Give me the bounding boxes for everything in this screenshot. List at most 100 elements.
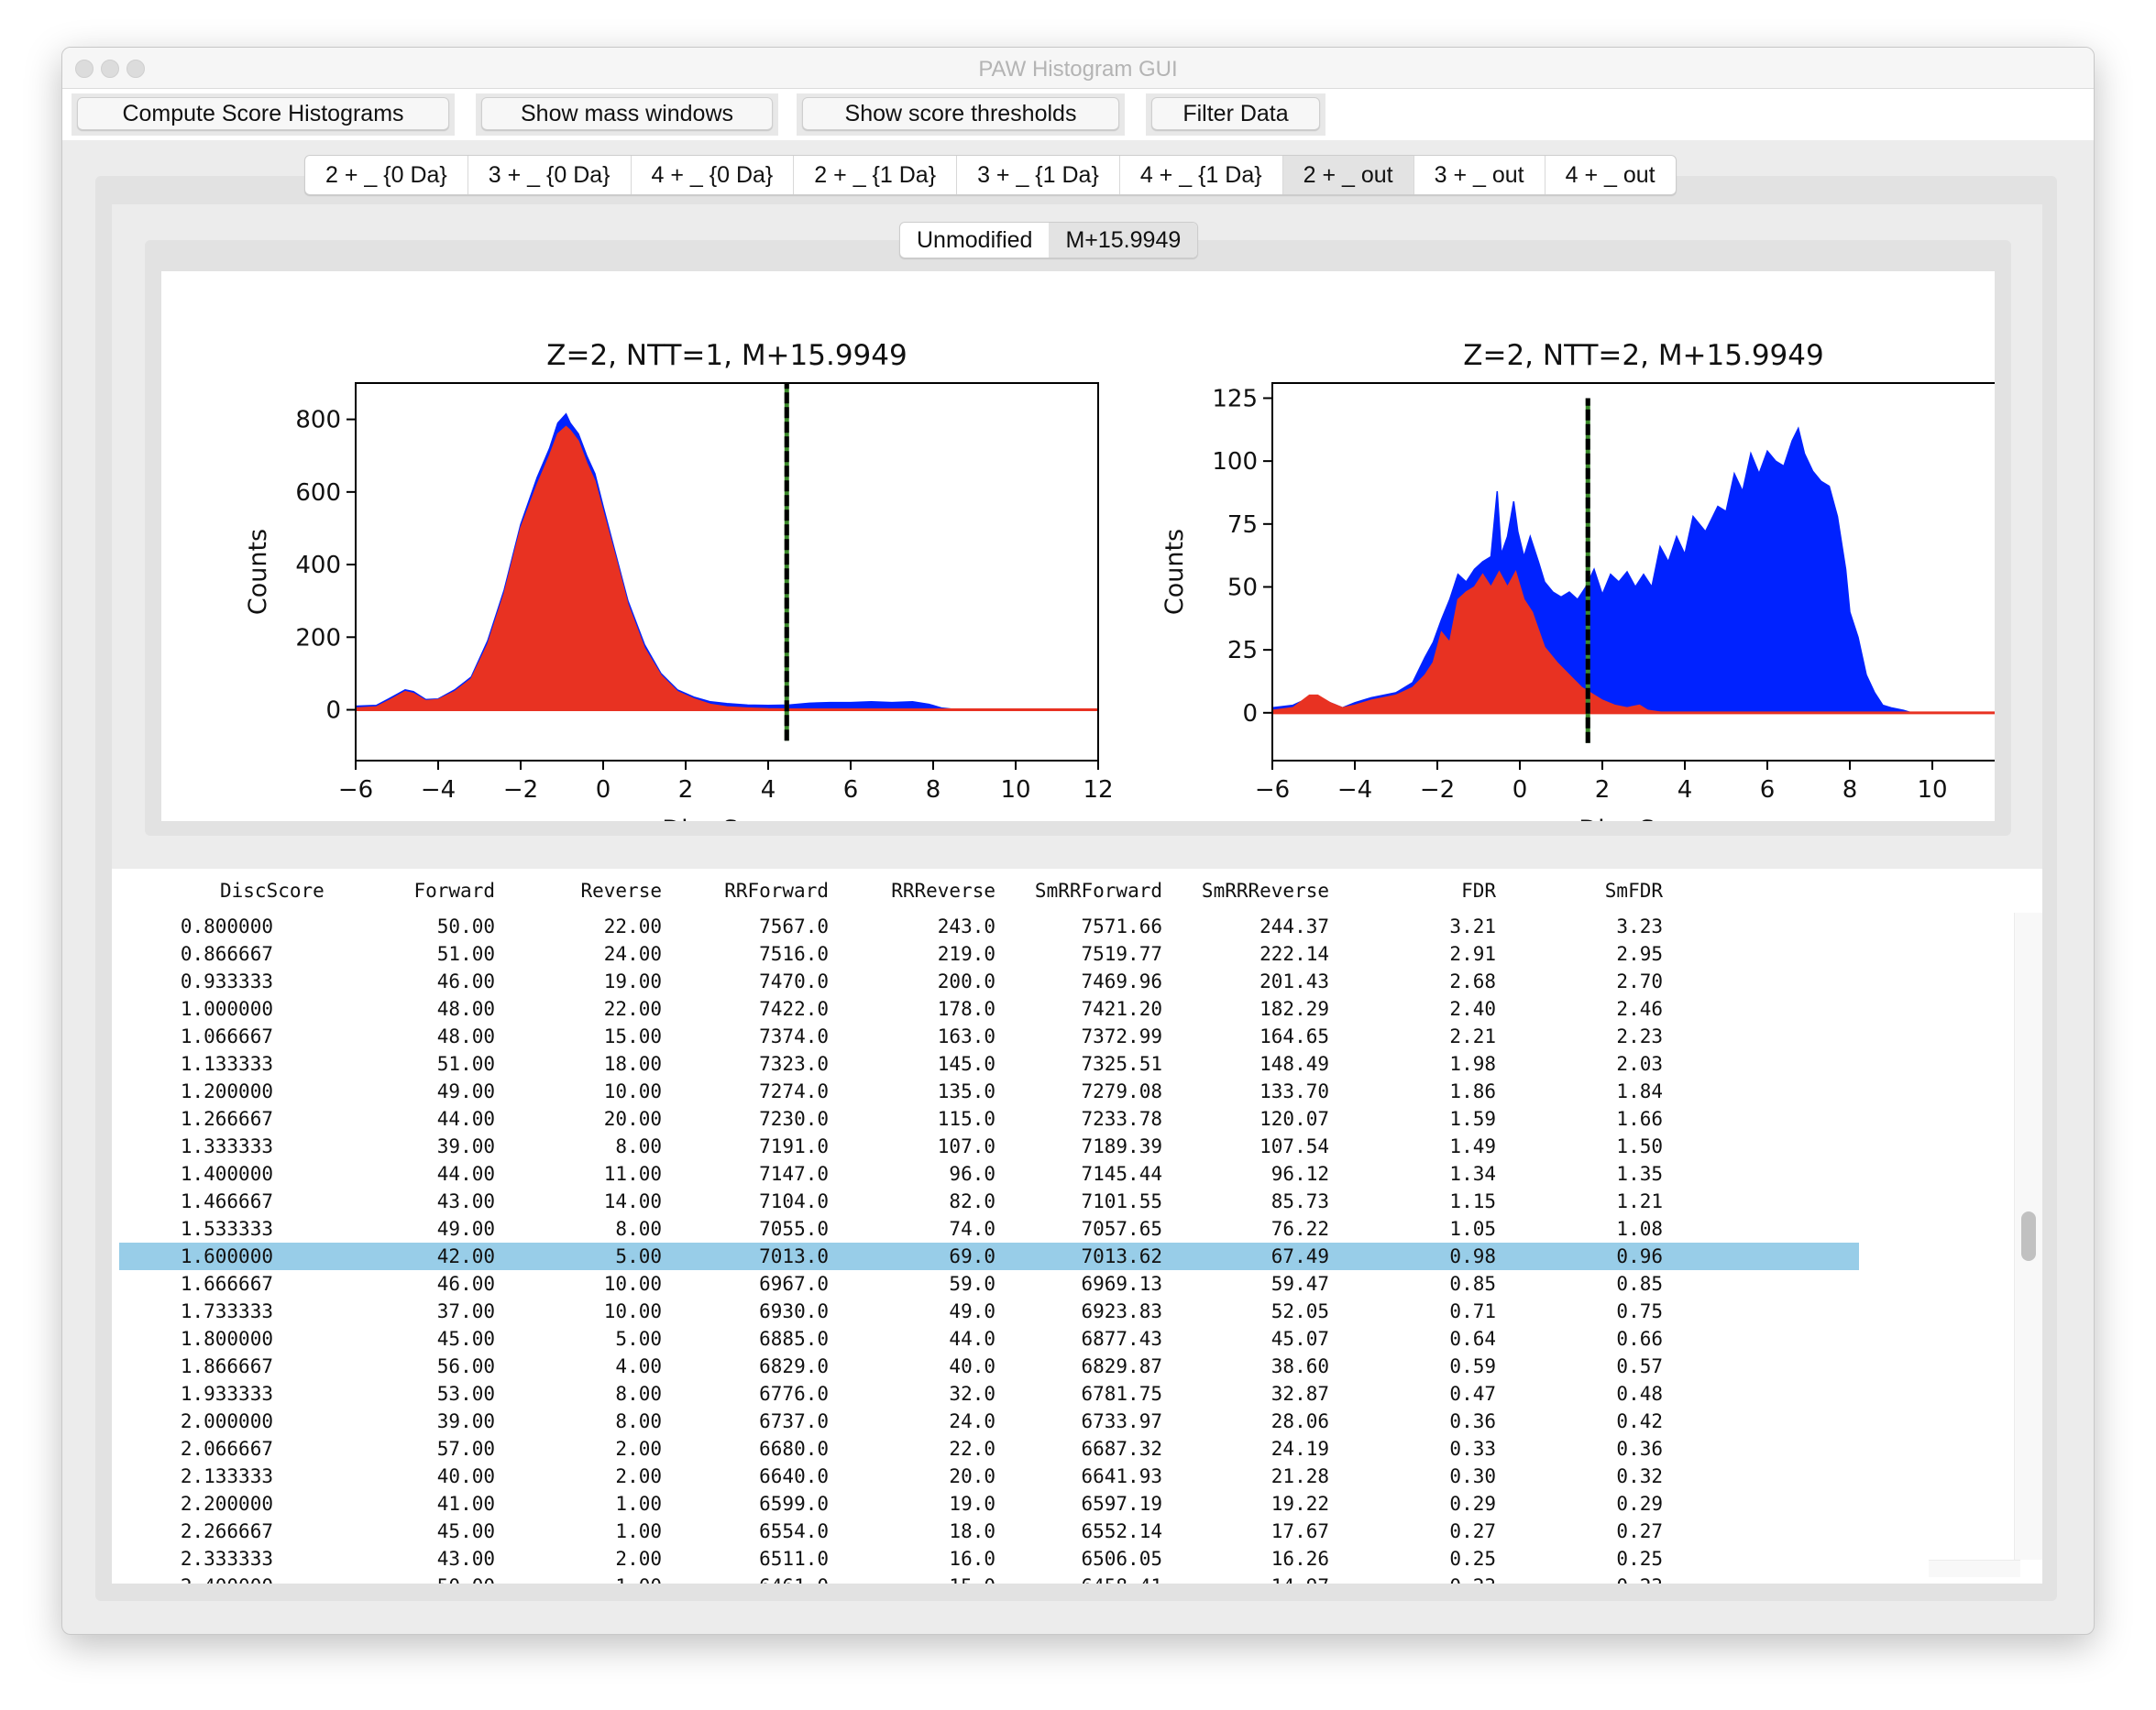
table-cell: 6640.0 (759, 1465, 829, 1487)
tab-4-out[interactable]: 4 + _ out (1546, 156, 1676, 194)
tab-4-0da[interactable]: 4 + _ {0 Da} (632, 156, 795, 194)
table-row[interactable]: 1.000000 48.00 22.00 7422.0 178.0 7421.20 182.… (119, 995, 1859, 1023)
table-row[interactable]: 1.200000 49.00 10.00 7274.0 135.0 7279.08 133.… (119, 1078, 1859, 1105)
table-cell: 6506.05 (1081, 1548, 1162, 1570)
column-header[interactable]: RRReverse (840, 880, 996, 902)
column-header[interactable]: Reverse (506, 880, 662, 902)
table-row[interactable]: 1.666667 46.00 10.00 6967.0 59.0 6969.13 59.47… (119, 1270, 1859, 1298)
table-row[interactable]: 1.333333 39.00 8.00 7191.0 107.0 7189.39 107.5… (119, 1133, 1859, 1160)
table-body[interactable]: 0.800000 50.00 22.00 7567.0 243.0 7571.66 244.… (112, 913, 2020, 1584)
table-cell: 1.00 (506, 1575, 662, 1584)
vertical-scrollbar[interactable] (2014, 913, 2042, 1560)
table-cell: 0.800000 (180, 915, 273, 937)
table-row[interactable]: 1.400000 44.00 11.00 7147.0 96.0 7145.44 96.12… (119, 1160, 1859, 1188)
table-cell: 2.70 (1616, 970, 1663, 992)
chart-title: Z=2, NTT=1, M+15.9949 (546, 339, 907, 372)
table-cell: 7567.0 (759, 915, 829, 937)
table-row-selected[interactable]: 1.600000 42.00 5.00 7013.0 69.0 7013.62 67.49 0… (119, 1243, 1859, 1270)
table-cell: 32.87 (1270, 1383, 1329, 1405)
table-row[interactable]: 2.200000 41.00 1.00 6599.0 19.0 6597.19 19.22 0… (119, 1490, 1859, 1518)
table-cell: 1.21 (1616, 1190, 1663, 1212)
table-cell: 2.68 (1449, 970, 1496, 992)
table-cell: 6967.0 (759, 1273, 829, 1295)
show-mass-windows-button[interactable]: Show mass windows (481, 97, 773, 130)
table-cell: 1.600000 (180, 1245, 273, 1267)
table-cell: 43.00 (436, 1548, 495, 1570)
tab-3-0da[interactable]: 3 + _ {0 Da} (468, 156, 632, 194)
table-cell: 7469.96 (1081, 970, 1162, 992)
show-score-thresholds-button[interactable]: Show score thresholds (802, 97, 1119, 130)
table-cell: 2.40 (1449, 998, 1496, 1020)
table-cell: 7189.39 (1081, 1135, 1162, 1157)
table-cell: 7422.0 (759, 998, 829, 1020)
x-tick-label: 6 (843, 776, 859, 804)
table-row[interactable]: 0.866667 51.00 24.00 7516.0 219.0 7519.77 222.… (119, 940, 1859, 968)
table-row[interactable]: 1.466667 43.00 14.00 7104.0 82.0 7101.55 85.73… (119, 1188, 1859, 1215)
table-row[interactable]: 2.266667 45.00 1.00 6554.0 18.0 6552.14 17.67 0… (119, 1518, 1859, 1545)
y-tick-label: 400 (295, 552, 341, 579)
table-cell: 6641.93 (1081, 1465, 1162, 1487)
table-row[interactable]: 1.933333 53.00 8.00 6776.0 32.0 6781.75 32.87 0… (119, 1380, 1859, 1408)
table-cell: 76.22 (1270, 1218, 1329, 1240)
table-cell: 6458.41 (1006, 1575, 1162, 1584)
table-cell: 7191.0 (759, 1135, 829, 1157)
table-cell: 10.00 (603, 1080, 662, 1102)
table-cell: 74.0 (949, 1218, 996, 1240)
table-row[interactable]: 1.866667 56.00 4.00 6829.0 40.0 6829.87 38.60 0… (119, 1353, 1859, 1380)
table-cell: 22.0 (949, 1438, 996, 1460)
table-cell: 96.12 (1270, 1163, 1329, 1185)
table-cell: 1.86 (1449, 1080, 1496, 1102)
table-row[interactable]: 1.733333 37.00 10.00 6930.0 49.0 6923.83 52.05… (119, 1298, 1859, 1325)
x-axis-label: Disc Score (1578, 816, 1708, 821)
filter-data-button[interactable]: Filter Data (1151, 97, 1320, 130)
table-cell: 6680.0 (759, 1438, 829, 1460)
column-header[interactable]: RRForward (673, 880, 829, 902)
table-cell: 0.75 (1616, 1300, 1663, 1322)
tab-2-1da[interactable]: 2 + _ {1 Da} (794, 156, 958, 194)
table-row[interactable]: 2.066667 57.00 2.00 6680.0 22.0 6687.32 24.19 0… (119, 1435, 1859, 1463)
table-cell: 45.00 (436, 1520, 495, 1542)
table-row[interactable]: 0.800000 50.00 22.00 7567.0 243.0 7571.66 244.… (119, 913, 1859, 940)
table-row[interactable]: 2.333333 43.00 2.00 6511.0 16.0 6506.05 16.26 0… (119, 1545, 1859, 1573)
table-row[interactable]: 1.533333 49.00 8.00 7055.0 74.0 7057.65 76.22 1… (119, 1215, 1859, 1243)
table-cell: 1.733333 (180, 1300, 273, 1322)
table-row[interactable]: 1.266667 44.00 20.00 7230.0 115.0 7233.78 120.… (119, 1105, 1859, 1133)
table-row[interactable]: 1.800000 45.00 5.00 6885.0 44.0 6877.43 45.07 0… (119, 1325, 1859, 1353)
table-cell: 6885.0 (759, 1328, 829, 1350)
tab-3-1da[interactable]: 3 + _ {1 Da} (957, 156, 1120, 194)
table-cell: 1.000000 (180, 998, 273, 1020)
table-row[interactable]: 0.933333 46.00 19.00 7470.0 200.0 7469.96 201.… (119, 968, 1859, 995)
column-header[interactable]: Forward (339, 880, 495, 902)
tab-2-out[interactable]: 2 + _ out (1282, 156, 1414, 194)
scrollbar-thumb[interactable] (2021, 1211, 2036, 1261)
tab-4-1da[interactable]: 4 + _ {1 Da} (1120, 156, 1283, 194)
table-cell: 0.48 (1616, 1383, 1663, 1405)
column-header[interactable]: FDR (1340, 880, 1496, 902)
table-cell: 0.42 (1616, 1410, 1663, 1432)
column-header[interactable]: SmRRReverse (1173, 880, 1329, 902)
table-cell: 28.06 (1270, 1410, 1329, 1432)
table-cell: 200.0 (937, 970, 996, 992)
x-tick-label: 2 (678, 776, 694, 804)
column-header[interactable]: SmRRForward (1006, 880, 1162, 902)
column-header[interactable]: SmFDR (1507, 880, 1663, 902)
table-cell: 7374.0 (759, 1025, 829, 1047)
tab-2-0da[interactable]: 2 + _ {0 Da} (305, 156, 468, 194)
tab-m-15-9949[interactable]: M+15.9949 (1049, 223, 1198, 258)
table-cell: 0.57 (1616, 1355, 1663, 1377)
table-cell: 16.26 (1270, 1548, 1329, 1570)
table-row[interactable]: 1.066667 48.00 15.00 7374.0 163.0 7372.99 164.… (119, 1023, 1859, 1050)
table-cell: 6511.0 (759, 1548, 829, 1570)
table-row[interactable]: 2.133333 40.00 2.00 6640.0 20.0 6641.93 21.28 0… (119, 1463, 1859, 1490)
table-row[interactable]: 2.400000 50.00 1.00 6461.0 15.0 6458.41 14.97 0… (119, 1573, 1859, 1584)
tab-3-out[interactable]: 3 + _ out (1414, 156, 1546, 194)
table-row[interactable]: 1.133333 51.00 18.00 7323.0 145.0 7325.51 148.… (119, 1050, 1859, 1078)
compute-histograms-button[interactable]: Compute Score Histograms (77, 97, 449, 130)
table-cell: 7147.0 (759, 1163, 829, 1185)
table-cell: 15.00 (603, 1025, 662, 1047)
x-tick-label: 8 (926, 776, 941, 804)
table-cell: 48.00 (436, 998, 495, 1020)
table-row[interactable]: 2.000000 39.00 8.00 6737.0 24.0 6733.97 28.06 0… (119, 1408, 1859, 1435)
tab-unmodified[interactable]: Unmodified (900, 223, 1049, 258)
horizontal-scrollbar[interactable] (1929, 1560, 2020, 1577)
